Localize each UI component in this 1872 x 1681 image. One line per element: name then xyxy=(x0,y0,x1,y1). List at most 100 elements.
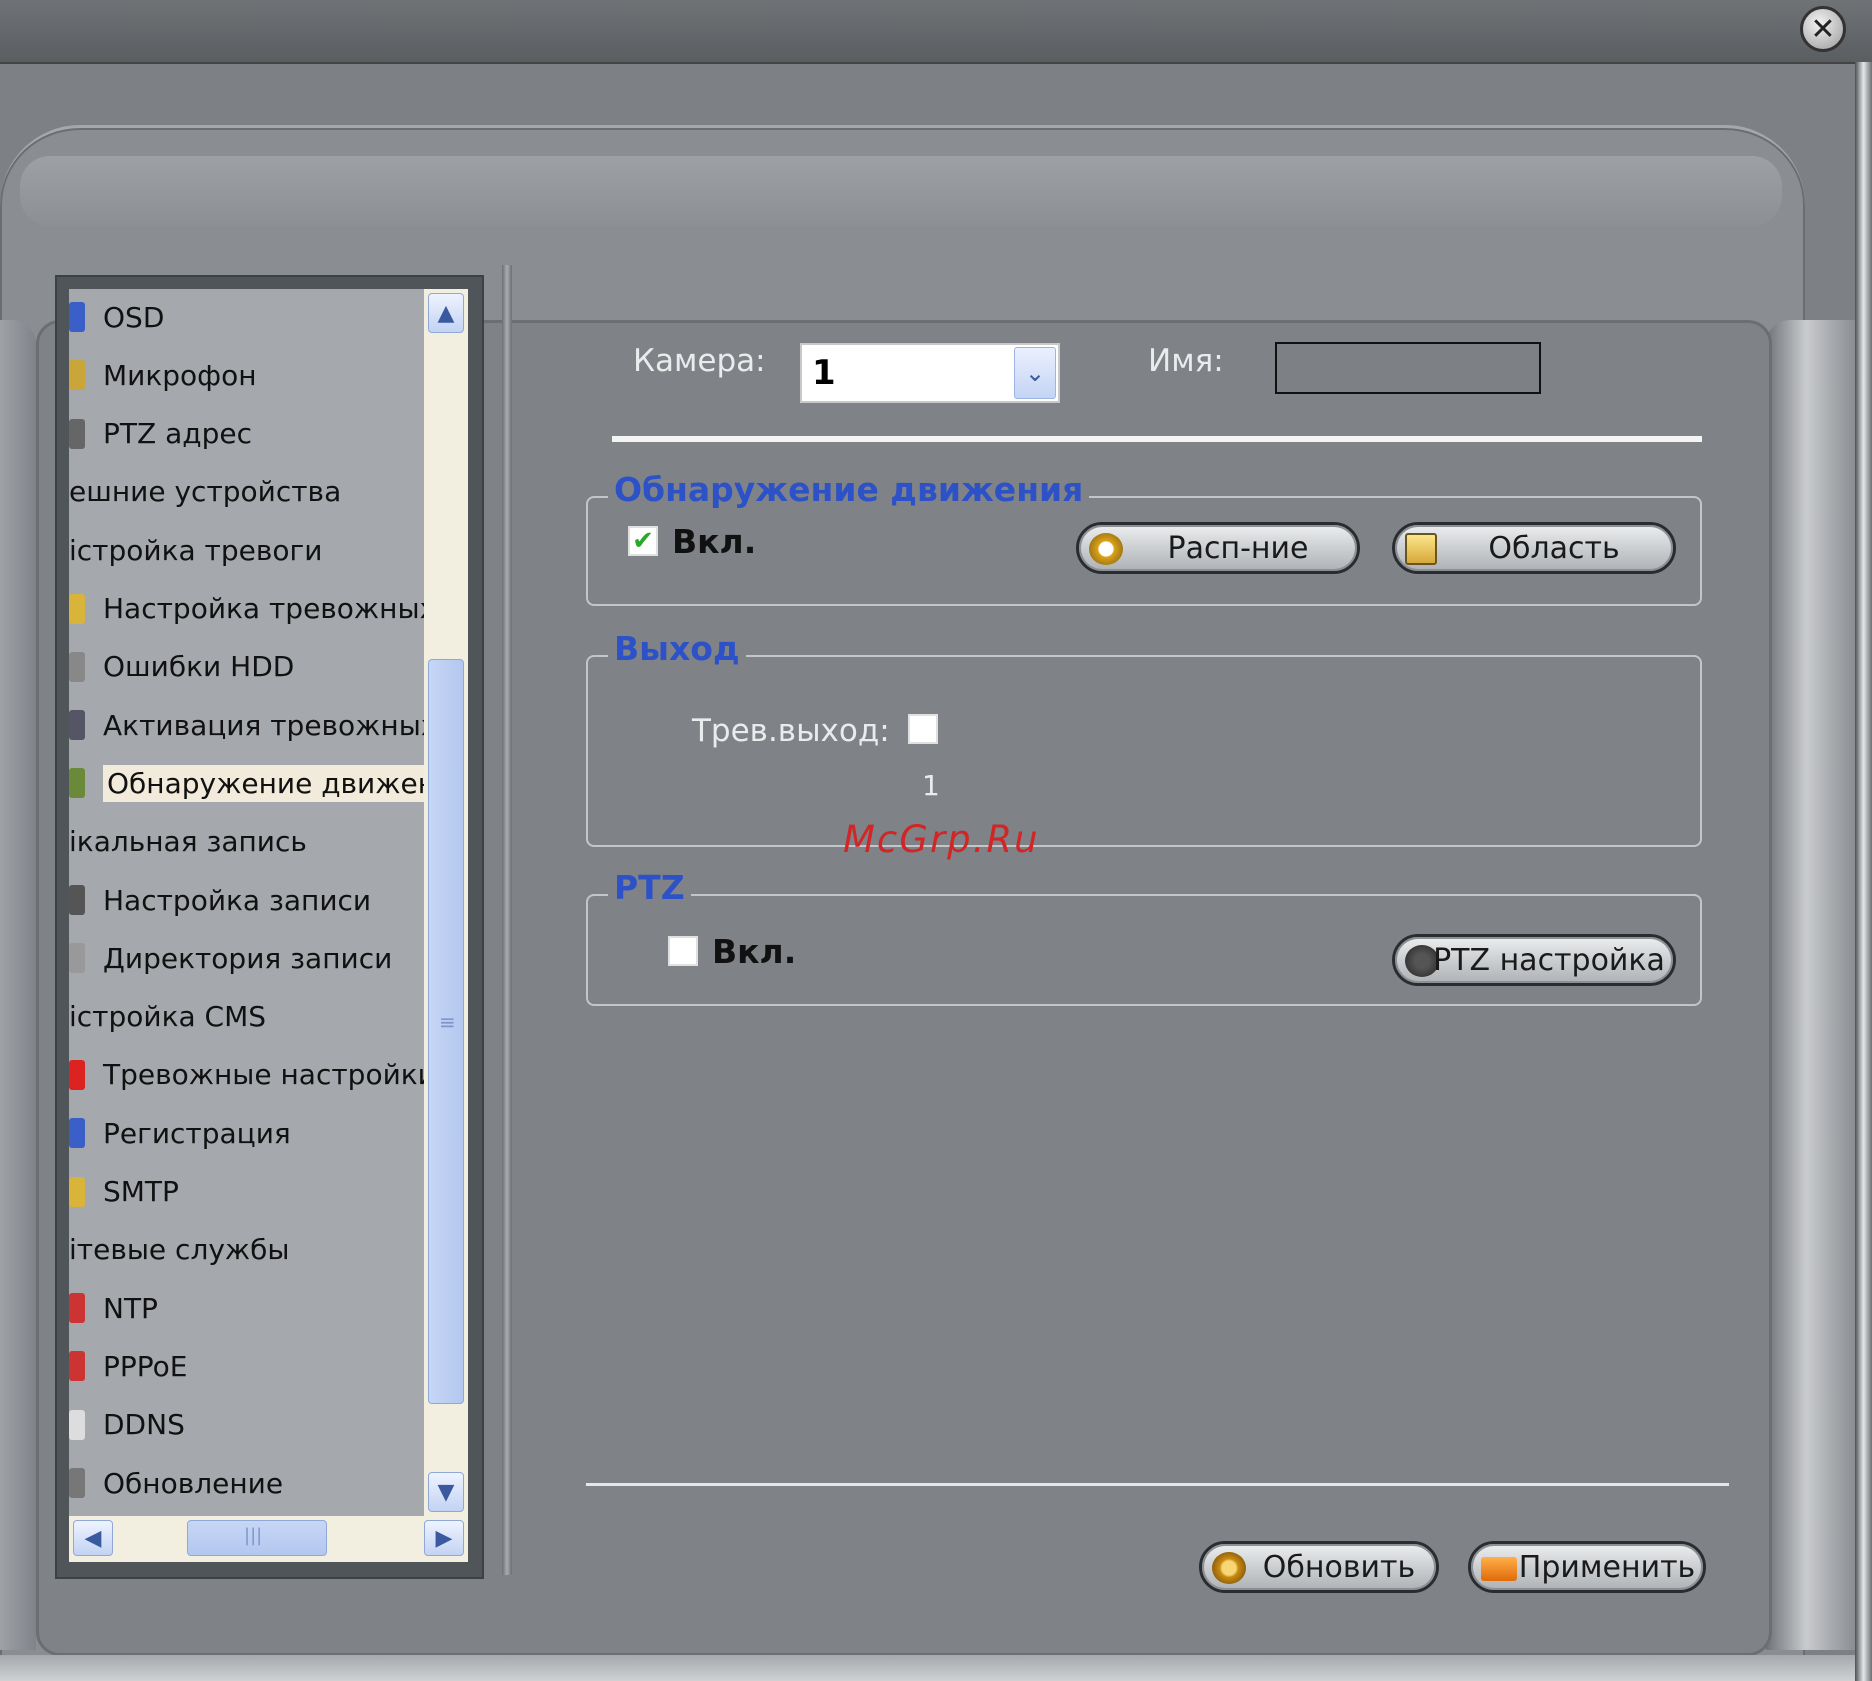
tree-item-label: NTP xyxy=(103,1291,158,1325)
scroll-grip-icon: ≡ xyxy=(439,1010,456,1034)
left-rail xyxy=(0,320,36,1650)
update-icon xyxy=(69,1468,85,1498)
tree-item[interactable]: Регистрация xyxy=(69,1111,424,1155)
tree-item-label: Микрофон xyxy=(103,358,257,392)
apply-button[interactable]: Применить xyxy=(1468,1541,1706,1593)
tree-item-label: ешние устройства xyxy=(69,475,342,509)
tree-item[interactable]: ітевые службы xyxy=(69,1228,424,1272)
tree-item-label: Ошибки HDD xyxy=(103,650,295,684)
vertical-scrollbar[interactable]: ▲ ≡ ▼ xyxy=(424,289,468,1516)
refresh-button-label: Обновить xyxy=(1262,1549,1416,1585)
hscroll-grip-icon: ||| xyxy=(244,1525,263,1546)
alarm-out-channel: 1 xyxy=(922,769,940,802)
tree-item-label: PTZ адрес xyxy=(103,417,252,451)
tree-item-label: Регистрация xyxy=(103,1116,291,1150)
settings-tree: OSD Микрофон PTZ адрес ешние устройства іcтр… xyxy=(55,275,484,1579)
record-icon xyxy=(69,885,85,915)
close-icon[interactable]: ✕ xyxy=(1800,6,1846,52)
alarm-out-checkbox[interactable] xyxy=(908,714,938,744)
panel-divider xyxy=(502,265,512,1575)
ptz-group-title: PTZ xyxy=(608,868,691,907)
tree-item[interactable]: Настройка записи xyxy=(69,878,424,922)
tree-item-label: Тревожные настройки xyxy=(103,1058,424,1092)
hdd-icon xyxy=(69,651,85,682)
tree-item[interactable]: Микрофон xyxy=(69,353,424,397)
motion-enable-checkbox[interactable]: ✔ xyxy=(628,526,658,556)
horizontal-scroll-thumb[interactable]: ||| xyxy=(187,1520,327,1556)
tree-item[interactable]: Ошибки HDD xyxy=(69,645,424,689)
ptz-icon xyxy=(69,418,85,449)
tree-item[interactable]: PTZ адрес xyxy=(69,412,424,456)
tree-item[interactable]: іcтройка CMS xyxy=(69,995,424,1039)
horizontal-scrollbar[interactable]: ◀ ||| ▶ xyxy=(69,1516,468,1562)
tree-item-label: DDNS xyxy=(103,1408,185,1442)
output-group: Выход Трев.выход: 1 xyxy=(586,629,1702,847)
camera-label: Камера: xyxy=(633,343,766,379)
refresh-button[interactable]: Обновить xyxy=(1199,1541,1439,1593)
tree-item[interactable]: PPPoE xyxy=(69,1344,424,1388)
check-icon: ✔ xyxy=(632,526,654,556)
tree-item[interactable]: Обнаружение движени: xyxy=(69,761,424,805)
ptz-enable-label: Вкл. xyxy=(712,932,797,971)
tree-item[interactable]: Директория записи xyxy=(69,936,424,980)
top-bevel xyxy=(20,156,1782,226)
tree-item-label: Обнаружение движени: xyxy=(103,764,424,802)
ptz-settings-label: PTZ настройка xyxy=(1433,942,1665,978)
scroll-down-button[interactable]: ▼ xyxy=(428,1472,464,1512)
tree-item[interactable]: Настройка тревожных і xyxy=(69,587,424,631)
tree-item[interactable]: Обновление xyxy=(69,1461,424,1505)
header-separator xyxy=(612,436,1702,442)
footer-separator xyxy=(586,1483,1729,1486)
tree-item[interactable]: OSD xyxy=(69,295,424,339)
vertical-scroll-thumb[interactable]: ≡ xyxy=(428,659,464,1404)
output-group-title: Выход xyxy=(608,629,746,668)
apply-button-label: Применить xyxy=(1518,1549,1696,1585)
motion-detection-group: Обнаружение движения ✔ Вкл. Расп-ние Обл… xyxy=(586,470,1702,606)
tree-item[interactable]: ешние устройства xyxy=(69,470,424,514)
ptz-group: PTZ Вкл. PTZ настройка xyxy=(586,868,1702,1006)
name-field[interactable] xyxy=(1275,342,1541,394)
ptz-settings-button[interactable]: PTZ настройка xyxy=(1392,934,1676,986)
alarm-out-label: Трев.выход: xyxy=(692,713,890,749)
tree-item[interactable]: DDNS xyxy=(69,1403,424,1447)
camera-select[interactable]: 1 ⌄ xyxy=(800,343,1060,403)
tree-item-label: OSD xyxy=(103,300,165,334)
alarm-icon xyxy=(69,593,85,624)
tree-item-label: Директория записи xyxy=(103,941,393,975)
registration-icon xyxy=(69,1118,85,1149)
tree-item-label: PPPoE xyxy=(103,1349,188,1383)
tree-item[interactable]: іcтройка тревоги xyxy=(69,528,424,572)
page-icon xyxy=(69,1409,85,1440)
activation-icon xyxy=(69,710,85,741)
tree-item-label: іcтройка CMS xyxy=(69,1000,267,1034)
tree-item[interactable]: Активация тревожных xyxy=(69,703,424,747)
watermark: McGrp.Ru xyxy=(843,818,1040,861)
ptz-enable-checkbox[interactable] xyxy=(668,936,698,966)
tree-item-label: ітевые службы xyxy=(69,1233,290,1267)
tree-item[interactable]: Тревожные настройки xyxy=(69,1053,424,1097)
tree-item[interactable]: NTP xyxy=(69,1286,424,1330)
tree-item[interactable]: SMTP xyxy=(69,1170,424,1214)
motion-group-title: Обнаружение движения xyxy=(608,470,1090,509)
scroll-right-button[interactable]: ▶ xyxy=(424,1520,464,1556)
mail-icon xyxy=(69,1176,85,1207)
tree-item-label: Обновление xyxy=(103,1466,284,1500)
osd-icon xyxy=(69,302,85,332)
scroll-up-button[interactable]: ▲ xyxy=(428,293,464,333)
folder-icon xyxy=(69,943,85,974)
schedule-button[interactable]: Расп-ние xyxy=(1076,522,1360,574)
tree-item-label: Активация тревожных xyxy=(103,708,424,742)
bottom-border xyxy=(0,1655,1855,1681)
scroll-left-button[interactable]: ◀ xyxy=(73,1520,113,1556)
title-bar xyxy=(0,0,1872,64)
area-button-label: Область xyxy=(1488,530,1620,566)
alarm-bell-icon xyxy=(69,1059,85,1090)
tree-item[interactable]: ікальная запись xyxy=(69,820,424,864)
tree-item-label: Настройка записи xyxy=(103,883,372,917)
area-button[interactable]: Область xyxy=(1392,522,1676,574)
motion-icon xyxy=(69,768,85,799)
schedule-button-label: Расп-ние xyxy=(1167,530,1309,566)
chevron-down-icon[interactable]: ⌄ xyxy=(1014,347,1056,399)
tree-item-label: Настройка тревожных і xyxy=(103,592,424,625)
tree-item-label: ікальная запись xyxy=(69,825,307,859)
